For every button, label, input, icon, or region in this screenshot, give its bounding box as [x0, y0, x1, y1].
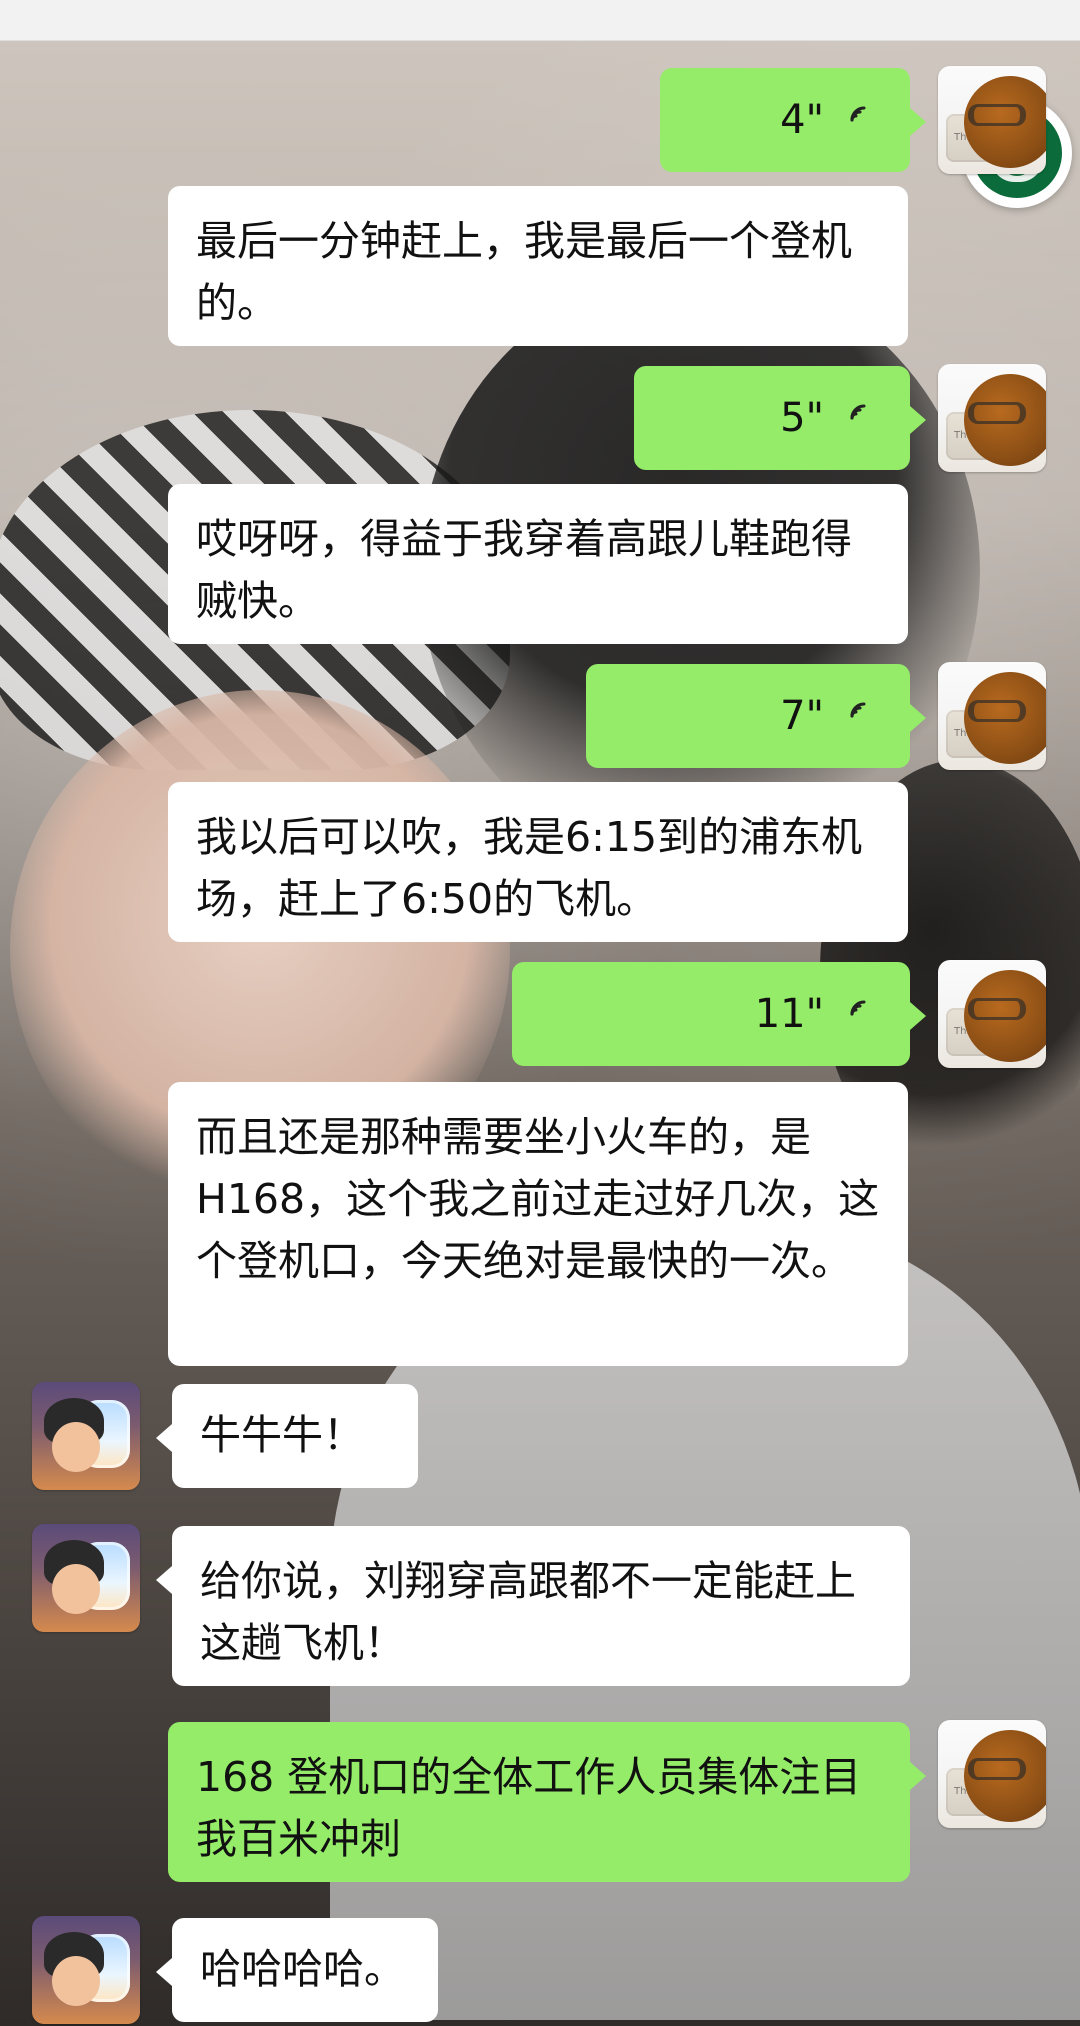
message-text: 哎呀呀，得益于我穿着高跟儿鞋跑得贼快。: [196, 515, 852, 625]
text-message-bubble[interactable]: 牛牛牛！: [156, 1384, 418, 1488]
face-icon: [52, 1422, 100, 1472]
voice-duration: 4": [780, 97, 824, 143]
avatar-right[interactable]: [938, 364, 1046, 472]
glasses-icon: [968, 402, 1026, 424]
text-message-bubble[interactable]: 最后一分钟赶上，我是最后一个登机的。: [168, 186, 908, 346]
voice-message-bubble[interactable]: 11": [512, 962, 926, 1066]
message-text: 牛牛牛！: [200, 1411, 364, 1459]
text-message-bubble[interactable]: 168 登机口的全体工作人员集体注目我百米冲刺: [168, 1722, 926, 1882]
avatar-right[interactable]: [938, 1720, 1046, 1828]
glasses-icon: [968, 1758, 1026, 1780]
message-text: 我以后可以吹，我是6:15到的浦东机场，赶上了6:50的飞机。: [196, 813, 863, 923]
message-text: 哈哈哈哈。: [200, 1945, 405, 1993]
text-message-bubble[interactable]: 我以后可以吹，我是6:15到的浦东机场，赶上了6:50的飞机。: [168, 782, 908, 942]
face-icon: [52, 1956, 100, 2006]
avatar-right[interactable]: [938, 66, 1046, 174]
avatar-right[interactable]: [938, 960, 1046, 1068]
voice-wave-icon: [842, 699, 876, 733]
voice-wave-icon: [842, 997, 876, 1031]
voice-message-bubble[interactable]: 7": [586, 664, 926, 768]
voice-duration: 5": [780, 395, 824, 441]
text-message-bubble[interactable]: 给你说，刘翔穿高跟都不一定能赶上这趟飞机！: [156, 1526, 910, 1686]
voice-message-bubble[interactable]: 4": [660, 68, 926, 172]
voice-duration: 11": [754, 991, 824, 1037]
face-icon: [52, 1564, 100, 1614]
message-text: 而且还是那种需要坐小火车的，是H168，这个我之前过走过好几次，这个登机口，今天…: [196, 1113, 880, 1285]
glasses-icon: [968, 700, 1026, 722]
avatar-right[interactable]: [938, 662, 1046, 770]
avatar-left[interactable]: [32, 1916, 140, 2024]
voice-wave-icon: [842, 103, 876, 137]
avatar-left[interactable]: [32, 1524, 140, 1632]
glasses-icon: [968, 998, 1026, 1020]
glasses-icon: [968, 104, 1026, 126]
voice-duration: 7": [780, 693, 824, 739]
voice-message-bubble[interactable]: 5": [634, 366, 926, 470]
message-text: 最后一分钟赶上，我是最后一个登机的。: [196, 217, 852, 327]
text-message-bubble[interactable]: 哈哈哈哈。: [156, 1918, 438, 2022]
text-message-bubble[interactable]: 哎呀呀，得益于我穿着高跟儿鞋跑得贼快。: [168, 484, 908, 644]
message-text: 168 登机口的全体工作人员集体注目我百米冲刺: [196, 1753, 862, 1863]
text-message-bubble[interactable]: 而且还是那种需要坐小火车的，是H168，这个我之前过走过好几次，这个登机口，今天…: [168, 1082, 908, 1366]
top-bar: [0, 0, 1080, 41]
avatar-left[interactable]: [32, 1382, 140, 1490]
message-text: 给你说，刘翔穿高跟都不一定能赶上这趟飞机！: [200, 1557, 856, 1667]
voice-wave-icon: [842, 401, 876, 435]
